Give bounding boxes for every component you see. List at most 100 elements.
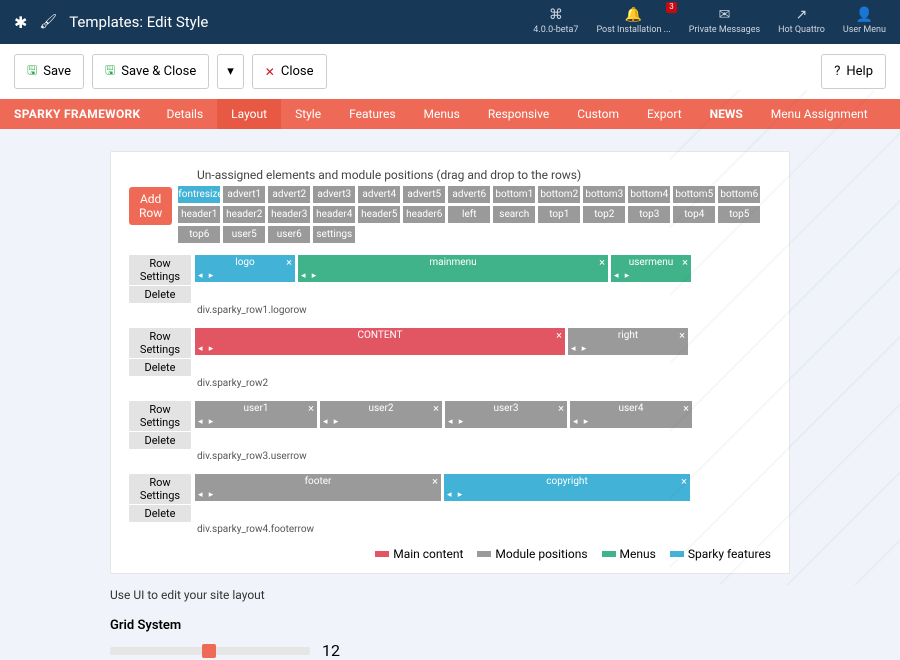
tab-menu-assignment[interactable]: Menu Assignment	[757, 99, 882, 129]
cell-close-icon[interactable]: ×	[433, 402, 439, 415]
tab-export[interactable]: Export	[633, 99, 696, 129]
chip-top2[interactable]: top2	[583, 206, 625, 223]
cell-close-icon[interactable]: ×	[556, 329, 562, 342]
chip-header4[interactable]: header4	[313, 206, 355, 223]
help-button[interactable]: ?Help	[821, 54, 886, 89]
chip-advert1[interactable]: advert1	[223, 186, 265, 203]
chip-header5[interactable]: header5	[358, 206, 400, 223]
cell-resize-icon[interactable]: ◂ ▸	[198, 490, 215, 500]
row-path: div.sparky_row3.userrow	[197, 451, 771, 462]
cell-resize-icon[interactable]: ◂ ▸	[573, 417, 590, 427]
tab-features[interactable]: Features	[335, 99, 409, 129]
cell-resize-icon[interactable]: ◂ ▸	[198, 344, 215, 354]
chip-settings[interactable]: settings	[313, 226, 355, 243]
save-dropdown[interactable]: ▾	[217, 54, 244, 89]
chip-header1[interactable]: header1	[178, 206, 220, 223]
chip-header6[interactable]: header6	[403, 206, 445, 223]
row-settings-button[interactable]: Row Settings	[129, 474, 191, 504]
row-delete-button[interactable]: Delete	[129, 505, 191, 522]
save-button[interactable]: 🖫Save	[14, 54, 84, 89]
cell-resize-icon[interactable]: ◂ ▸	[301, 271, 318, 281]
chip-advert2[interactable]: advert2	[268, 186, 310, 203]
chip-top1[interactable]: top1	[538, 206, 580, 223]
chip-left[interactable]: left	[448, 206, 490, 223]
add-row-button[interactable]: Add Row	[129, 187, 172, 225]
chip-bottom5[interactable]: bottom5	[673, 186, 715, 203]
topbar-item[interactable]: ↗Hot Quattro	[778, 8, 825, 35]
row-settings-button[interactable]: Row Settings	[129, 255, 191, 285]
cell-resize-icon[interactable]: ◂ ▸	[198, 417, 215, 427]
cell-resize-icon[interactable]: ◂ ▸	[571, 344, 588, 354]
tab-style[interactable]: Style	[281, 99, 335, 129]
chip-header3[interactable]: header3	[268, 206, 310, 223]
chip-advert5[interactable]: advert5	[403, 186, 445, 203]
cell-user3[interactable]: user3 × ◂ ▸	[445, 401, 567, 428]
cell-resize-icon[interactable]: ◂ ▸	[323, 417, 340, 427]
chip-top6[interactable]: top6	[178, 226, 220, 243]
chip-advert4[interactable]: advert4	[358, 186, 400, 203]
cell-resize-icon[interactable]: ◂ ▸	[448, 417, 465, 427]
chip-advert3[interactable]: advert3	[313, 186, 355, 203]
legend-swatch-icon	[375, 551, 389, 557]
chip-user6[interactable]: user6	[268, 226, 310, 243]
topbar-item[interactable]: ✉Private Messages	[689, 8, 760, 35]
tab-responsive[interactable]: Responsive	[474, 99, 563, 129]
cell-user1[interactable]: user1×◂ ▸	[195, 401, 317, 428]
topbar-item[interactable]: ⌘4.0.0-beta7	[533, 8, 578, 35]
chip-bottom2[interactable]: bottom2	[538, 186, 580, 203]
chip-top4[interactable]: top4	[673, 206, 715, 223]
cell-close-icon[interactable]: ×	[682, 256, 688, 269]
cell-user2[interactable]: user2×◂ ▸	[320, 401, 442, 428]
chip-bottom4[interactable]: bottom4	[628, 186, 670, 203]
cell-close-icon[interactable]: ×	[679, 329, 685, 342]
cell-right[interactable]: right×◂ ▸	[568, 328, 688, 355]
cell-close-icon[interactable]: ×	[558, 402, 564, 415]
cell-resize-icon[interactable]: ◂ ▸	[447, 490, 464, 500]
cell-copyright[interactable]: copyright×◂ ▸	[444, 474, 690, 501]
cell-user4[interactable]: user4×◂ ▸	[570, 401, 692, 428]
cell-close-icon[interactable]: ×	[599, 256, 605, 269]
chip-top5[interactable]: top5	[718, 206, 760, 223]
tab-layout[interactable]: Layout	[217, 99, 281, 129]
chip-header2[interactable]: header2	[223, 206, 265, 223]
cell-close-icon[interactable]: ×	[286, 256, 292, 269]
grid-slider[interactable]	[110, 647, 310, 655]
tab-custom[interactable]: Custom	[563, 99, 633, 129]
slider-thumb-icon[interactable]	[202, 644, 216, 658]
cell-mainmenu[interactable]: mainmenu×◂ ▸	[298, 255, 608, 282]
tab-news[interactable]: NEWS	[696, 99, 757, 129]
cell-close-icon[interactable]: ×	[308, 402, 314, 415]
row-settings-button[interactable]: Row Settings	[129, 328, 191, 358]
row-delete-button[interactable]: Delete	[129, 432, 191, 449]
cell-close-icon[interactable]: ×	[681, 475, 687, 488]
row-settings-button[interactable]: Row Settings	[129, 401, 191, 431]
close-button[interactable]: ✕Close	[252, 54, 327, 89]
chip-bottom1[interactable]: bottom1	[493, 186, 535, 203]
cell-close-icon[interactable]: ×	[432, 475, 438, 488]
framework-name: SPARKY FRAMEWORK	[14, 107, 140, 121]
chip-top3[interactable]: top3	[628, 206, 670, 223]
chip-advert6[interactable]: advert6	[448, 186, 490, 203]
save-close-button[interactable]: 🖫Save & Close	[92, 54, 209, 89]
topbar-item-label: Post Installation ...	[596, 25, 670, 35]
cell-usermenu[interactable]: usermenu×◂ ▸	[611, 255, 691, 282]
chip-search[interactable]: search	[493, 206, 535, 223]
cell-footer[interactable]: footer×◂ ▸	[195, 474, 441, 501]
chip-fontresize[interactable]: fontresize	[178, 186, 220, 203]
cell-content[interactable]: CONTENT×◂ ▸	[195, 328, 565, 355]
row-delete-button[interactable]: Delete	[129, 286, 191, 303]
topbar-item[interactable]: 🔔Post Installation ...3	[596, 8, 670, 35]
topbar-item[interactable]: 👤User Menu	[843, 8, 886, 35]
chip-bottom3[interactable]: bottom3	[583, 186, 625, 203]
cell-label: user3	[494, 403, 519, 414]
chip-user5[interactable]: user5	[223, 226, 265, 243]
cell-close-icon[interactable]: ×	[683, 402, 689, 415]
cell-logo[interactable]: logo×◂ ▸	[195, 255, 295, 282]
chip-bottom6[interactable]: bottom6	[718, 186, 760, 203]
tab-details[interactable]: Details	[152, 99, 217, 129]
row-delete-button[interactable]: Delete	[129, 359, 191, 376]
tab-menus[interactable]: Menus	[410, 99, 474, 129]
cell-resize-icon[interactable]: ◂ ▸	[198, 271, 215, 281]
row-path: div.sparky_row1.logorow	[197, 305, 771, 316]
cell-resize-icon[interactable]: ◂ ▸	[614, 271, 631, 281]
